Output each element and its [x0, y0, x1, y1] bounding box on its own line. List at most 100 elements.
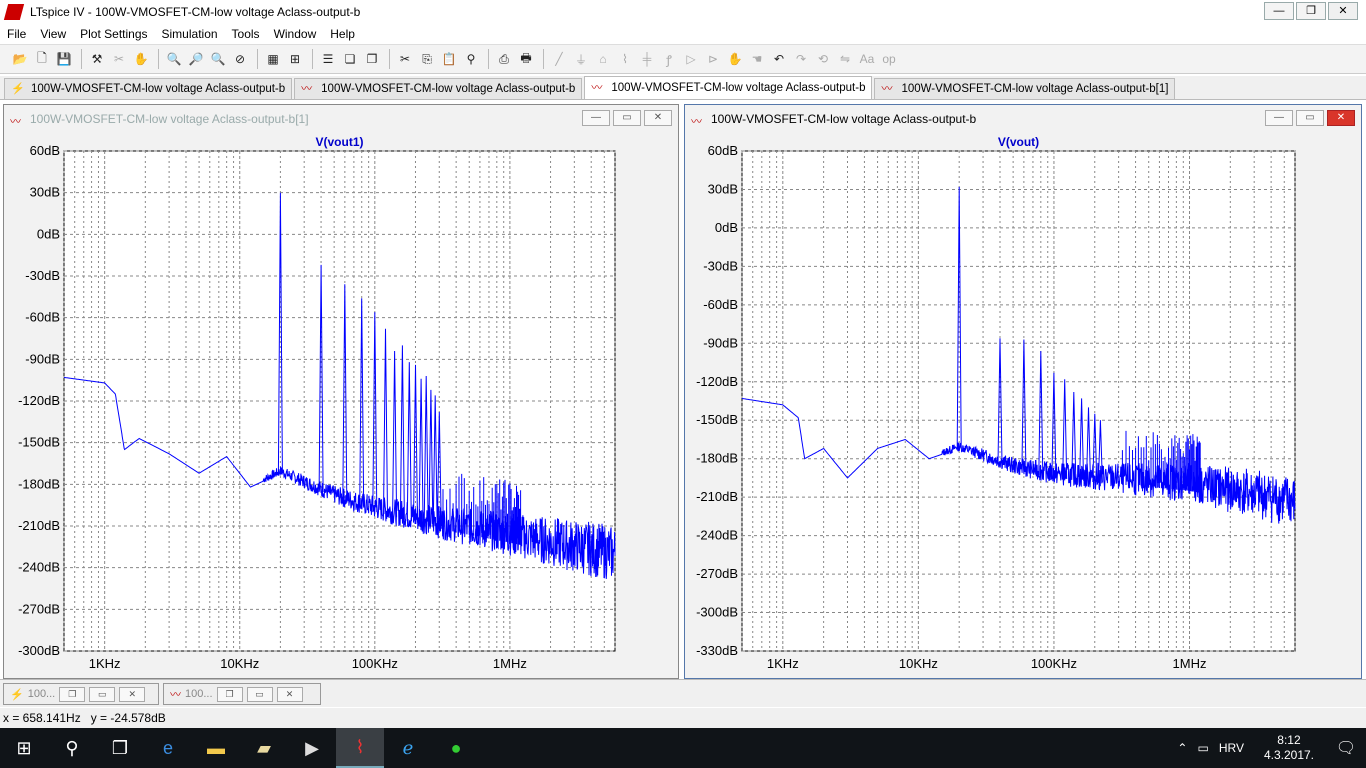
- minimize-button[interactable]: —: [1264, 2, 1294, 20]
- restore-button[interactable]: ❐: [59, 686, 86, 702]
- right-close-button[interactable]: ✕: [1327, 110, 1355, 126]
- language-indicator[interactable]: HRV: [1219, 741, 1244, 755]
- y-tick-label: -150dB: [18, 435, 60, 450]
- zoom-in-icon[interactable]: 🔍: [164, 49, 184, 69]
- component-icon[interactable]: ⊳: [703, 49, 723, 69]
- open-icon[interactable]: 📂: [10, 49, 30, 69]
- redo-icon[interactable]: ↷: [791, 49, 811, 69]
- right-plot-chart[interactable]: 60dB 30dB 0dB -30dB -60dB -90dB -120dB -150dB -1…: [685, 133, 1361, 678]
- menu-tools[interactable]: Tools: [225, 27, 267, 41]
- minimized-schematic-window[interactable]: ⚡ 100... ❐ ▭ ✕: [3, 683, 159, 705]
- menu-simulation[interactable]: Simulation: [155, 27, 225, 41]
- search-icon[interactable]: ⚲: [48, 728, 96, 768]
- clock-date: 4.3.2017.: [1263, 748, 1314, 762]
- tab-schematic[interactable]: ⚡ 100W-VMOSFET-CM-low voltage Aclass-outp…: [4, 78, 293, 99]
- tab-waveform-3[interactable]: 〰 100W-VMOSFET-CM-low voltage Aclass-outp…: [874, 78, 1176, 99]
- system-tray: ⌃ ▭ HRV 8:12 4.3.2017. 🗨: [1177, 728, 1366, 768]
- ie-icon[interactable]: ℯ: [384, 728, 432, 768]
- chevron-up-icon[interactable]: ⌃: [1177, 741, 1187, 755]
- tile-h-icon[interactable]: ☰: [318, 49, 338, 69]
- right-plot-window[interactable]: 〰 100W-VMOSFET-CM-low voltage Aclass-out…: [684, 104, 1362, 679]
- left-plot-chart[interactable]: 60dB 30dB 0dB -30dB -60dB -90dB -120dB -150dB -1…: [4, 133, 678, 678]
- ltspice-logo-icon: [3, 4, 25, 20]
- y-tick-label: -210dB: [696, 489, 738, 504]
- ground-icon[interactable]: ⏚: [571, 49, 591, 69]
- menu-help[interactable]: Help: [323, 27, 362, 41]
- tile-v-icon[interactable]: ❐: [362, 49, 382, 69]
- file-explorer-icon[interactable]: ▬: [192, 728, 240, 768]
- save-icon[interactable]: 💾: [54, 49, 74, 69]
- cut-icon[interactable]: ✂: [395, 49, 415, 69]
- app-icon[interactable]: ●: [432, 728, 480, 768]
- pan-icon[interactable]: ✋: [131, 49, 151, 69]
- menu-view[interactable]: View: [33, 27, 73, 41]
- left-maximize-button[interactable]: ▭: [613, 110, 641, 126]
- right-plot-controls: — ▭ ✕: [1265, 110, 1355, 126]
- maximize-button[interactable]: ▭: [246, 686, 273, 702]
- restore-button[interactable]: ❐: [216, 686, 243, 702]
- move-icon[interactable]: ✋: [725, 49, 745, 69]
- edge-icon[interactable]: e: [144, 728, 192, 768]
- copy-icon[interactable]: ⎘: [417, 49, 437, 69]
- left-close-button[interactable]: ✕: [644, 110, 672, 126]
- x-tick-label: 1MHz: [1173, 656, 1207, 671]
- y-tick-label: -240dB: [696, 528, 738, 543]
- paste-icon[interactable]: 📋: [439, 49, 459, 69]
- toolbar-separator: [81, 49, 82, 69]
- right-maximize-button[interactable]: ▭: [1296, 110, 1324, 126]
- y-tick-label: 0dB: [715, 220, 738, 235]
- restore-button[interactable]: ❐: [1296, 2, 1326, 20]
- drag-icon[interactable]: ☚: [747, 49, 767, 69]
- mirror-icon[interactable]: ⇋: [835, 49, 855, 69]
- undo-icon[interactable]: ↶: [769, 49, 789, 69]
- clock[interactable]: 8:12 4.3.2017.: [1264, 733, 1314, 763]
- resistor-icon[interactable]: ⌇: [615, 49, 635, 69]
- right-minimize-button[interactable]: —: [1265, 110, 1293, 126]
- close-button[interactable]: ✕: [1328, 2, 1358, 20]
- wire-draw-icon[interactable]: ╱: [549, 49, 569, 69]
- close-button[interactable]: ✕: [276, 686, 303, 702]
- minimized-label: 100...: [27, 688, 56, 700]
- zoom-area-icon[interactable]: 🔎: [186, 49, 206, 69]
- diode-icon[interactable]: ▷: [681, 49, 701, 69]
- autorange-icon[interactable]: ▦: [263, 49, 283, 69]
- menu-plot-settings[interactable]: Plot Settings: [73, 27, 154, 41]
- minimized-waveform-window[interactable]: 〰 100... ❐ ▭ ✕: [163, 683, 321, 705]
- rotate-icon[interactable]: ⟲: [813, 49, 833, 69]
- maximize-button[interactable]: ▭: [89, 686, 116, 702]
- fit-icon[interactable]: ⊞: [285, 49, 305, 69]
- close-button[interactable]: ✕: [119, 686, 146, 702]
- cascade-icon[interactable]: ❏: [340, 49, 360, 69]
- spice-icon[interactable]: op: [879, 49, 899, 69]
- left-plot-window[interactable]: 〰 100W-VMOSFET-CM-low voltage Aclass-out…: [3, 104, 679, 679]
- hammer-icon[interactable]: ⚒: [87, 49, 107, 69]
- folder-icon[interactable]: ▰: [240, 728, 288, 768]
- wire-icon[interactable]: ✂: [109, 49, 129, 69]
- zoom-cancel-icon[interactable]: ⊘: [230, 49, 250, 69]
- zoom-out-icon[interactable]: 🔍: [208, 49, 228, 69]
- inductor-icon[interactable]: ꝭ: [659, 49, 679, 69]
- toolbar-separator: [158, 49, 159, 69]
- label-icon[interactable]: ⌂: [593, 49, 613, 69]
- media-icon[interactable]: ▶: [288, 728, 336, 768]
- right-plot-titlebar[interactable]: 〰 100W-VMOSFET-CM-low voltage Aclass-out…: [685, 105, 1361, 133]
- capacitor-icon[interactable]: ╪: [637, 49, 657, 69]
- print-icon[interactable]: 🖶: [516, 49, 536, 69]
- new-icon[interactable]: 🗋: [32, 49, 52, 69]
- menu-file[interactable]: File: [0, 27, 33, 41]
- task-view-icon[interactable]: ❐: [96, 728, 144, 768]
- menu-window[interactable]: Window: [267, 27, 324, 41]
- print-preview-icon[interactable]: ⎙: [494, 49, 514, 69]
- tab-waveform-2[interactable]: 〰 100W-VMOSFET-CM-low voltage Aclass-outp…: [584, 76, 873, 99]
- left-plot-titlebar[interactable]: 〰 100W-VMOSFET-CM-low voltage Aclass-out…: [4, 105, 678, 133]
- waveform-icon: 〰: [170, 689, 181, 701]
- network-icon[interactable]: ▭: [1197, 741, 1208, 755]
- text-icon[interactable]: Aa: [857, 49, 877, 69]
- windows-start-icon[interactable]: ⊞: [0, 728, 48, 768]
- y-tick-label: -180dB: [696, 451, 738, 466]
- find-icon[interactable]: ⚲: [461, 49, 481, 69]
- notification-icon[interactable]: 🗨: [1326, 738, 1366, 758]
- tab-waveform-1[interactable]: 〰 100W-VMOSFET-CM-low voltage Aclass-outp…: [294, 78, 583, 99]
- left-minimize-button[interactable]: —: [582, 110, 610, 126]
- ltspice-icon[interactable]: ⌇: [336, 728, 384, 768]
